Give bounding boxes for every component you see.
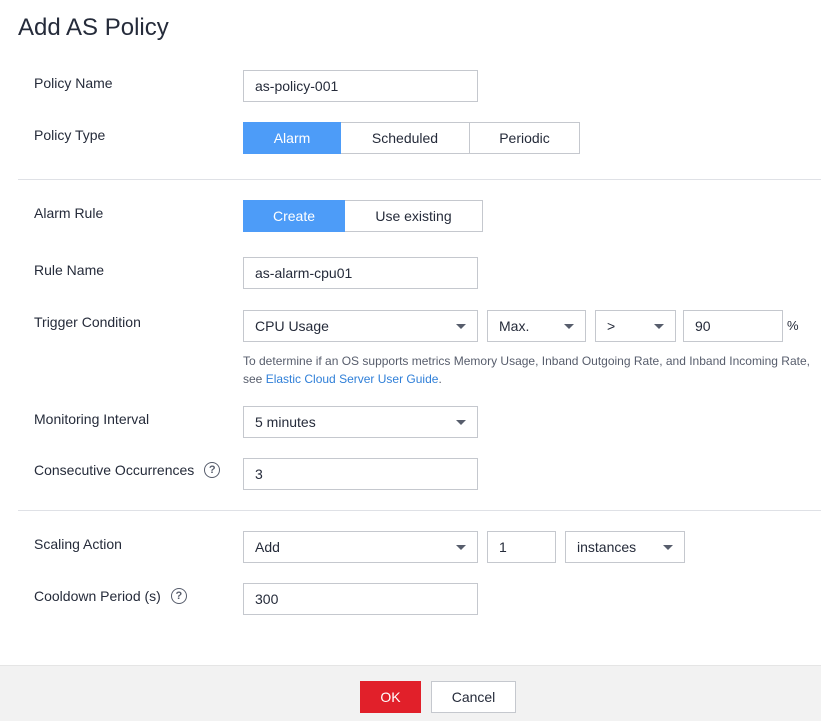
- section-divider: [18, 179, 821, 180]
- monitoring-interval-label: Monitoring Interval: [34, 411, 150, 427]
- alarm-rule-selector: Create Use existing: [243, 200, 483, 232]
- section-divider: [18, 510, 821, 511]
- policy-type-alarm-button[interactable]: Alarm: [243, 122, 341, 154]
- statistic-select[interactable]: Max.: [487, 310, 586, 342]
- instance-count-input[interactable]: 1: [487, 531, 556, 563]
- statistic-select-value: Max.: [499, 318, 530, 334]
- rule-name-input[interactable]: as-alarm-cpu01: [243, 257, 478, 289]
- scaling-action-select[interactable]: Add: [243, 531, 478, 563]
- help-icon[interactable]: ?: [170, 588, 187, 604]
- threshold-input[interactable]: 90: [683, 310, 783, 342]
- chevron-down-icon: [654, 323, 664, 329]
- cooldown-period-label: Cooldown Period (s): [34, 588, 161, 604]
- chevron-down-icon: [456, 323, 466, 329]
- alarm-rule-create-button[interactable]: Create: [243, 200, 345, 232]
- chevron-down-icon: [456, 544, 466, 550]
- chevron-down-icon: [564, 323, 574, 329]
- policy-type-selector: Alarm Scheduled Periodic: [243, 122, 580, 154]
- consecutive-occurrences-label: Consecutive Occurrences: [34, 462, 195, 478]
- policy-type-label: Policy Type: [34, 127, 106, 143]
- metric-support-note: To determine if an OS supports metrics M…: [243, 352, 818, 388]
- help-icon[interactable]: ?: [204, 462, 221, 478]
- ok-button[interactable]: OK: [360, 681, 421, 713]
- metric-support-note-end: .: [438, 372, 442, 386]
- rule-name-label: Rule Name: [34, 262, 105, 278]
- scaling-action-label: Scaling Action: [34, 536, 122, 552]
- metric-select[interactable]: CPU Usage: [243, 310, 478, 342]
- policy-type-scheduled-button[interactable]: Scheduled: [341, 122, 470, 154]
- alarm-rule-use-existing-button[interactable]: Use existing: [345, 200, 483, 232]
- consecutive-occurrences-input[interactable]: 3: [243, 458, 478, 490]
- monitoring-interval-value: 5 minutes: [255, 414, 316, 430]
- instance-unit-value: instances: [577, 539, 637, 555]
- policy-name-input[interactable]: as-policy-001: [243, 70, 478, 102]
- operator-select-value: >: [607, 318, 616, 334]
- policy-type-periodic-button[interactable]: Periodic: [470, 122, 580, 154]
- policy-name-label: Policy Name: [34, 75, 113, 91]
- ecs-user-guide-link[interactable]: Elastic Cloud Server User Guide: [266, 372, 439, 386]
- trigger-condition-label: Trigger Condition: [34, 314, 141, 330]
- monitoring-interval-select[interactable]: 5 minutes: [243, 406, 478, 438]
- chevron-down-icon: [663, 544, 673, 550]
- instance-unit-select[interactable]: instances: [565, 531, 685, 563]
- operator-select[interactable]: >: [595, 310, 676, 342]
- threshold-unit: %: [787, 318, 799, 333]
- dialog-title: Add AS Policy: [18, 14, 169, 41]
- cancel-button[interactable]: Cancel: [431, 681, 516, 713]
- chevron-down-icon: [456, 419, 466, 425]
- consecutive-occurrences-label-row: Consecutive Occurrences ?: [34, 462, 221, 478]
- scaling-action-value: Add: [255, 539, 280, 555]
- alarm-rule-label: Alarm Rule: [34, 205, 104, 221]
- cooldown-period-label-row: Cooldown Period (s) ?: [34, 588, 187, 604]
- cooldown-period-input[interactable]: 300: [243, 583, 478, 615]
- metric-select-value: CPU Usage: [255, 318, 329, 334]
